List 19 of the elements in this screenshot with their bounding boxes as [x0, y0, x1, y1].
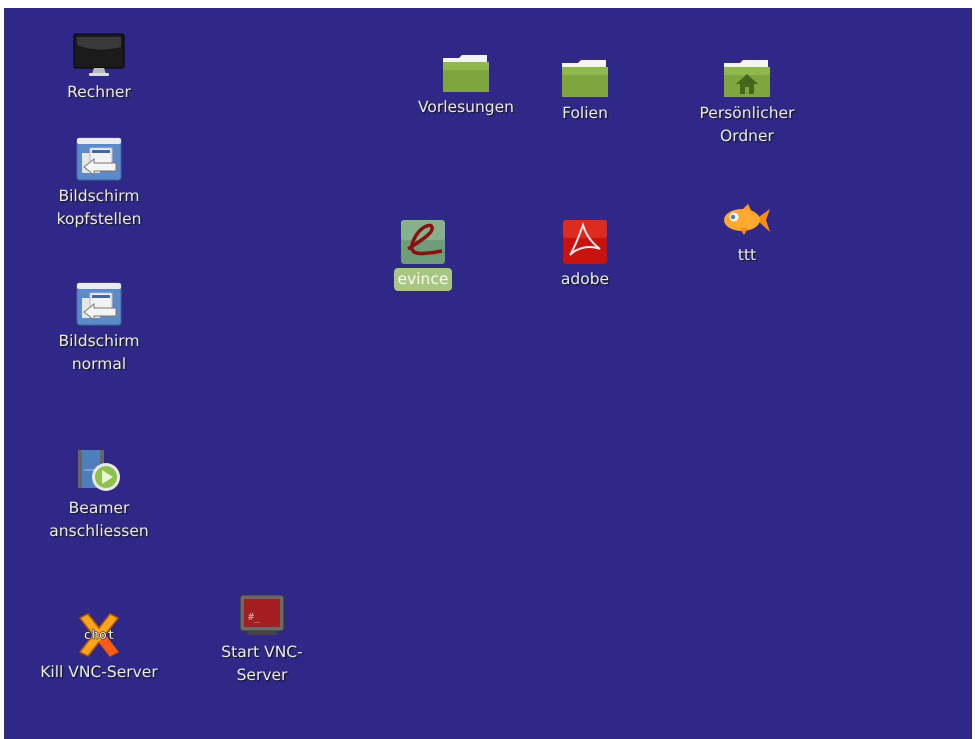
icon-label[interactable]: adobe: [556, 268, 614, 291]
icon-label[interactable]: Bildschirm normal: [54, 330, 144, 376]
folder-icon[interactable]: [560, 59, 610, 99]
pdf-icon[interactable]: [562, 219, 608, 265]
icon-label[interactable]: Start VNC- Server: [217, 641, 307, 687]
home-folder-icon[interactable]: [722, 59, 772, 99]
fish-icon[interactable]: [722, 204, 772, 236]
monitor-icon[interactable]: [73, 33, 125, 77]
film-play-icon[interactable]: [76, 449, 122, 493]
document-viewer-icon[interactable]: [400, 219, 446, 265]
icon-label[interactable]: Kill VNC-Server: [36, 661, 162, 684]
icon-label[interactable]: Bildschirm kopfstellen: [52, 185, 146, 231]
icon-label[interactable]: Folien: [558, 102, 612, 125]
icon-label[interactable]: ttt: [734, 244, 760, 267]
icon-label[interactable]: Beamer anschliessen: [45, 497, 153, 543]
icon-label[interactable]: Rechner: [63, 81, 135, 104]
folder-icon[interactable]: [441, 54, 491, 94]
icon-label[interactable]: Persönlicher Ordner: [696, 102, 798, 148]
icon-label[interactable]: Vorlesungen: [414, 96, 518, 119]
